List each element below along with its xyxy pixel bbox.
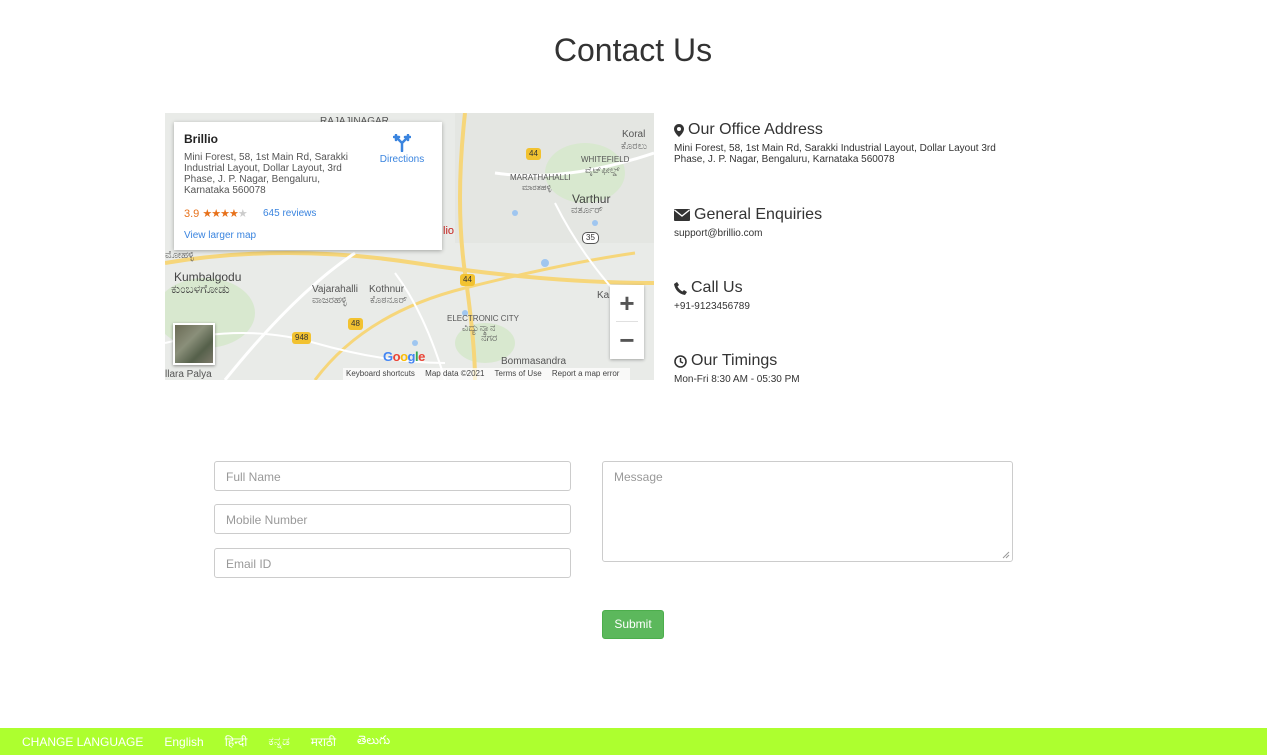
message-placeholder: Message	[614, 470, 663, 484]
address-heading: Our Office Address	[688, 121, 823, 138]
highway-shield-948: 948	[292, 332, 312, 344]
keyboard-shortcuts-link[interactable]: Keyboard shortcuts	[346, 369, 415, 378]
message-textarea[interactable]: Message	[602, 461, 1013, 562]
map-label-kumbalgodu: Kumbalgodu	[174, 270, 242, 284]
map-label-whitefield: WHITEFIELD	[581, 155, 630, 164]
map-attribution: Keyboard shortcuts Map data ©2021 Terms …	[343, 368, 631, 380]
directions-button[interactable]: Directions	[370, 134, 434, 165]
language-marathi[interactable]: मराठी	[311, 733, 336, 750]
zoom-in-button[interactable]: +	[610, 285, 644, 321]
directions-icon	[393, 134, 411, 152]
map-label-marathahalli: MARATHAHALLI	[510, 173, 571, 182]
map-label-vajarahalli: Vajarahalli	[312, 284, 358, 295]
timings-section: Our Timings Mon-Fri 8:30 AM - 05:30 PM	[674, 352, 800, 385]
google-map[interactable]: RAJAJINAGAR Koral ಕೊರಲು WHITEFIELD ವೈಟ್‌…	[165, 113, 654, 380]
language-hindi[interactable]: हिन्दी	[225, 733, 248, 750]
envelope-icon	[674, 209, 690, 221]
reviews-link[interactable]: 645 reviews	[263, 208, 316, 219]
map-label-marathahalli-kn: ಮಾರತಹಳ್ಳಿ	[522, 183, 552, 192]
call-section: Call Us +91-9123456789	[674, 279, 750, 312]
zoom-out-button[interactable]: −	[610, 322, 644, 358]
timings-text: Mon-Fri 8:30 AM - 05:30 PM	[674, 374, 800, 385]
highway-shield-48: 48	[348, 318, 363, 330]
map-label-varthur-kn: ವರ್ತೂರ್	[571, 205, 603, 216]
view-larger-map-link[interactable]: View larger map	[184, 230, 256, 241]
change-language-label: CHANGE LANGUAGE	[22, 734, 144, 749]
map-label-ka: Ka	[597, 290, 610, 301]
submit-button[interactable]: Submit	[602, 610, 664, 639]
call-heading: Call Us	[691, 279, 743, 296]
directions-label: Directions	[379, 154, 425, 165]
language-english[interactable]: English	[164, 735, 203, 749]
language-kannada[interactable]: ಕನ್ನಡ	[268, 734, 289, 749]
map-marker-icon	[674, 123, 684, 137]
google-logo: Google	[383, 349, 425, 364]
highway-shield-44a: 44	[526, 148, 541, 160]
map-label-kothnur: Kothnur	[369, 284, 405, 295]
timings-heading: Our Timings	[691, 352, 778, 369]
email-input[interactable]: Email ID	[214, 548, 571, 578]
phone-icon	[674, 281, 687, 295]
resize-handle-icon[interactable]	[1002, 551, 1010, 559]
map-data-text: Map data ©2021	[425, 369, 485, 378]
zoom-controls: + −	[610, 285, 644, 359]
map-label-vajarahalli-kn: ವಾಜರಹಳ್ಳಿ	[312, 295, 347, 306]
language-telugu[interactable]: తెలుగు	[357, 733, 390, 750]
map-label-kumbalgodu-kn: ಕುಂಬಳಗೋಡು	[171, 282, 230, 296]
enquiries-email: support@brillio.com	[674, 228, 763, 239]
rating-stars-icon: ★★★★★	[202, 208, 247, 220]
map-label-halli-kn: ಮೋಹಳ್ಳಿ	[165, 250, 195, 261]
clock-icon	[674, 354, 687, 368]
map-label-kothnur-kn: ಕೊಠನೂರ್	[370, 295, 408, 306]
place-name: Brillio	[184, 132, 219, 146]
map-label-koral: Koral	[622, 129, 646, 140]
map-label-koral-kn: ಕೊರಲು	[621, 141, 648, 152]
highway-shield-35: 35	[582, 232, 599, 244]
satellite-toggle[interactable]	[173, 323, 215, 365]
page-title: Contact Us	[553, 32, 713, 68]
full-name-input[interactable]: Full Name	[214, 461, 571, 491]
enquiries-heading: General Enquiries	[694, 206, 823, 223]
office-address-section: Our Office Address Mini Forest, 58, 1st …	[674, 121, 1014, 165]
address-text: Mini Forest, 58, 1st Main Rd, Sarakki In…	[674, 143, 996, 165]
rating-value: 3.9	[184, 208, 200, 220]
place-rating: 3.9 ★★★★★	[184, 207, 248, 220]
map-label-lio: lio	[443, 225, 455, 237]
enquiries-section: General Enquiries support@brillio.com	[674, 206, 822, 239]
language-footer: CHANGE LANGUAGE English हिन्दी ಕನ್ನಡ मरा…	[0, 728, 1267, 755]
place-info-card: Brillio Mini Forest, 58, 1st Main Rd, Sa…	[174, 122, 442, 250]
map-label-varthur: Varthur	[572, 192, 611, 206]
map-label-bommasandra: Bommasandra	[501, 356, 567, 367]
call-number: +91-9123456789	[674, 301, 750, 312]
map-label-electronic-city-kn2: ನಗರ	[481, 333, 498, 344]
place-address: Mini Forest, 58, 1st Main Rd, Sarakki In…	[184, 152, 348, 196]
map-label-pallya: llara Palya	[165, 369, 212, 380]
highway-shield-44b: 44	[460, 274, 475, 286]
map-label-whitefield-kn: ವೈಟ್‌ಫೀಲ್ಡ್	[585, 165, 620, 175]
report-error-link[interactable]: Report a map error	[552, 369, 620, 378]
mobile-number-input[interactable]: Mobile Number	[214, 504, 571, 534]
terms-link[interactable]: Terms of Use	[495, 369, 542, 378]
